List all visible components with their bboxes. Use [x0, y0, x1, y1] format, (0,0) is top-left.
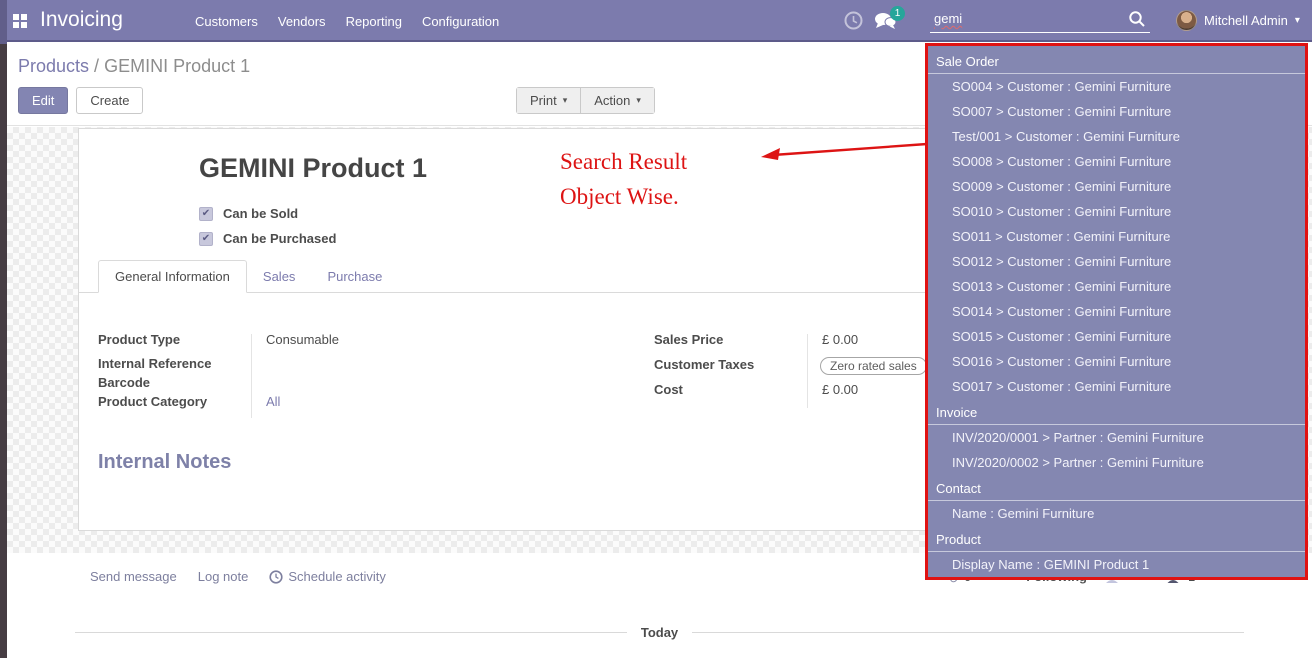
field-label: Sales Price — [654, 332, 809, 347]
field-row-product-type: Product TypeConsumable — [98, 332, 568, 356]
checkbox-checked-icon[interactable]: ✔ — [199, 232, 213, 246]
chevron-down-icon: ▾ — [636, 95, 641, 106]
apps-grid-icon[interactable] — [13, 14, 27, 28]
search-result-item[interactable]: SO004 > Customer : Gemini Furniture — [928, 74, 1305, 99]
search-result-item[interactable]: SO007 > Customer : Gemini Furniture — [928, 99, 1305, 124]
breadcrumb-parent-link[interactable]: Products — [18, 56, 89, 76]
search-result-item[interactable]: SO016 > Customer : Gemini Furniture — [928, 349, 1305, 374]
window-edge-strip-bottom — [0, 44, 7, 658]
field-label: Barcode — [98, 375, 253, 390]
tab-purchase[interactable]: Purchase — [311, 261, 398, 292]
field-label: Internal Reference — [98, 356, 253, 371]
product-title: GEMINI Product 1 — [199, 153, 427, 184]
search-result-item[interactable]: Test/001 > Customer : Gemini Furniture — [928, 124, 1305, 149]
annotation-arrow — [755, 136, 935, 166]
field-row-barcode: Barcode — [98, 375, 568, 394]
user-name: Mitchell Admin — [1204, 13, 1288, 28]
nav-menu-vendors[interactable]: Vendors — [278, 14, 326, 29]
search-result-item[interactable]: SO011 > Customer : Gemini Furniture — [928, 224, 1305, 249]
search-result-item[interactable]: SO013 > Customer : Gemini Furniture — [928, 274, 1305, 299]
clock-icon — [269, 570, 283, 584]
field-label: Customer Taxes — [654, 357, 809, 372]
search-input-value: gemi — [934, 11, 962, 26]
screen: Invoicing Customers Vendors Reporting Confi… — [0, 0, 1312, 658]
breadcrumb: Products / GEMINI Product 1 — [18, 56, 250, 77]
chatter-action-log-note[interactable]: Log note — [198, 569, 249, 584]
search-result-item[interactable]: INV/2020/0001 > Partner : Gemini Furnitu… — [928, 425, 1305, 450]
chatter-action-schedule-activity[interactable]: Schedule activity — [269, 569, 386, 584]
window-edge-strip-top — [0, 0, 7, 44]
checkbox-row: ✔ Can be Sold — [199, 201, 336, 226]
field-label: Product Category — [98, 394, 253, 409]
tab-sales[interactable]: Sales — [247, 261, 312, 292]
checkbox-label: Can be Sold — [223, 206, 298, 221]
nav-menus: Customers Vendors Reporting Configuration — [195, 14, 499, 29]
breadcrumb-separator: / — [89, 56, 104, 76]
field-value[interactable]: All — [253, 394, 280, 409]
nav-menu-reporting[interactable]: Reporting — [346, 14, 402, 29]
app-brand[interactable]: Invoicing — [40, 8, 123, 32]
search-result-item[interactable]: Name : Gemini Furniture — [928, 501, 1305, 526]
search-result-item[interactable]: SO017 > Customer : Gemini Furniture — [928, 374, 1305, 399]
chatter-actions: Send message Log note Schedule activity — [90, 569, 386, 584]
search-result-item[interactable]: SO015 > Customer : Gemini Furniture — [928, 324, 1305, 349]
breadcrumb-current: GEMINI Product 1 — [104, 56, 250, 76]
checkbox-checked-icon[interactable]: ✔ — [199, 207, 213, 221]
search-icon[interactable] — [1128, 10, 1146, 28]
search-result-item[interactable]: SO012 > Customer : Gemini Furniture — [928, 249, 1305, 274]
field-value: Zero rated sales — [820, 357, 927, 375]
field-value: Consumable — [253, 332, 339, 347]
date-divider-label: Today — [641, 625, 678, 640]
annotation-line-2: Object Wise. — [560, 179, 687, 214]
product-flags: ✔ Can be Sold ✔ Can be Purchased — [199, 201, 336, 251]
chatter-action-send-message[interactable]: Send message — [90, 569, 177, 584]
search-result-item[interactable]: SO009 > Customer : Gemini Furniture — [928, 174, 1305, 199]
form-buttons: Edit Create — [18, 87, 143, 114]
fields-left-column: Product TypeConsumableInternal Reference… — [98, 332, 568, 418]
tab-general-information[interactable]: General Information — [98, 260, 247, 293]
action-button[interactable]: Action▾ — [580, 88, 654, 113]
search-results-dropdown: Sale OrderSO004 > Customer : Gemini Furn… — [925, 43, 1308, 580]
field-label: Cost — [654, 382, 809, 397]
field-row-internal-reference: Internal Reference — [98, 356, 568, 375]
annotation-line-1: Search Result — [560, 144, 687, 179]
chevron-down-icon: ▾ — [1295, 15, 1300, 26]
edit-button[interactable]: Edit — [18, 87, 68, 114]
user-menu[interactable]: Mitchell Admin ▾ — [1176, 10, 1300, 31]
chevron-down-icon: ▾ — [563, 95, 568, 106]
internal-notes-heading: Internal Notes — [98, 451, 231, 474]
annotation-text: Search Result Object Wise. — [560, 144, 687, 214]
search-result-item[interactable]: SO014 > Customer : Gemini Furniture — [928, 299, 1305, 324]
chatter-action-label: Schedule activity — [288, 569, 386, 584]
search-result-item[interactable]: SO010 > Customer : Gemini Furniture — [928, 199, 1305, 224]
search-input[interactable]: gemi — [930, 8, 1150, 33]
search-group-header-invoice: Invoice — [928, 399, 1305, 425]
search-result-item[interactable]: SO008 > Customer : Gemini Furniture — [928, 149, 1305, 174]
checkbox-label: Can be Purchased — [223, 231, 336, 246]
messages-badge: 1 — [890, 6, 905, 21]
chatter-action-label: Log note — [198, 569, 249, 584]
field-label: Product Type — [98, 332, 253, 347]
navbar: Invoicing Customers Vendors Reporting Confi… — [0, 0, 1312, 42]
search-group-header-contact: Contact — [928, 475, 1305, 501]
search-group-header-product: Product — [928, 526, 1305, 552]
create-button[interactable]: Create — [76, 87, 143, 114]
nav-menu-customers[interactable]: Customers — [195, 14, 258, 29]
print-action-group: Print▾ Action▾ — [516, 87, 655, 114]
nav-menu-configuration[interactable]: Configuration — [422, 14, 499, 29]
field-value: £ 0.00 — [809, 382, 858, 397]
search-group-header-sale-order: Sale Order — [928, 48, 1305, 74]
field-value: £ 0.00 — [809, 332, 858, 347]
user-avatar — [1176, 10, 1197, 31]
search-result-item[interactable]: INV/2020/0002 > Partner : Gemini Furnitu… — [928, 450, 1305, 475]
search-result-item[interactable]: Display Name : GEMINI Product 1 — [928, 552, 1305, 577]
field-row-product-category: Product CategoryAll — [98, 394, 568, 418]
print-button[interactable]: Print▾ — [517, 88, 580, 113]
activity-clock-icon[interactable] — [844, 11, 863, 30]
date-divider: Today — [75, 625, 1244, 640]
chatter-action-label: Send message — [90, 569, 177, 584]
checkbox-row: ✔ Can be Purchased — [199, 226, 336, 251]
